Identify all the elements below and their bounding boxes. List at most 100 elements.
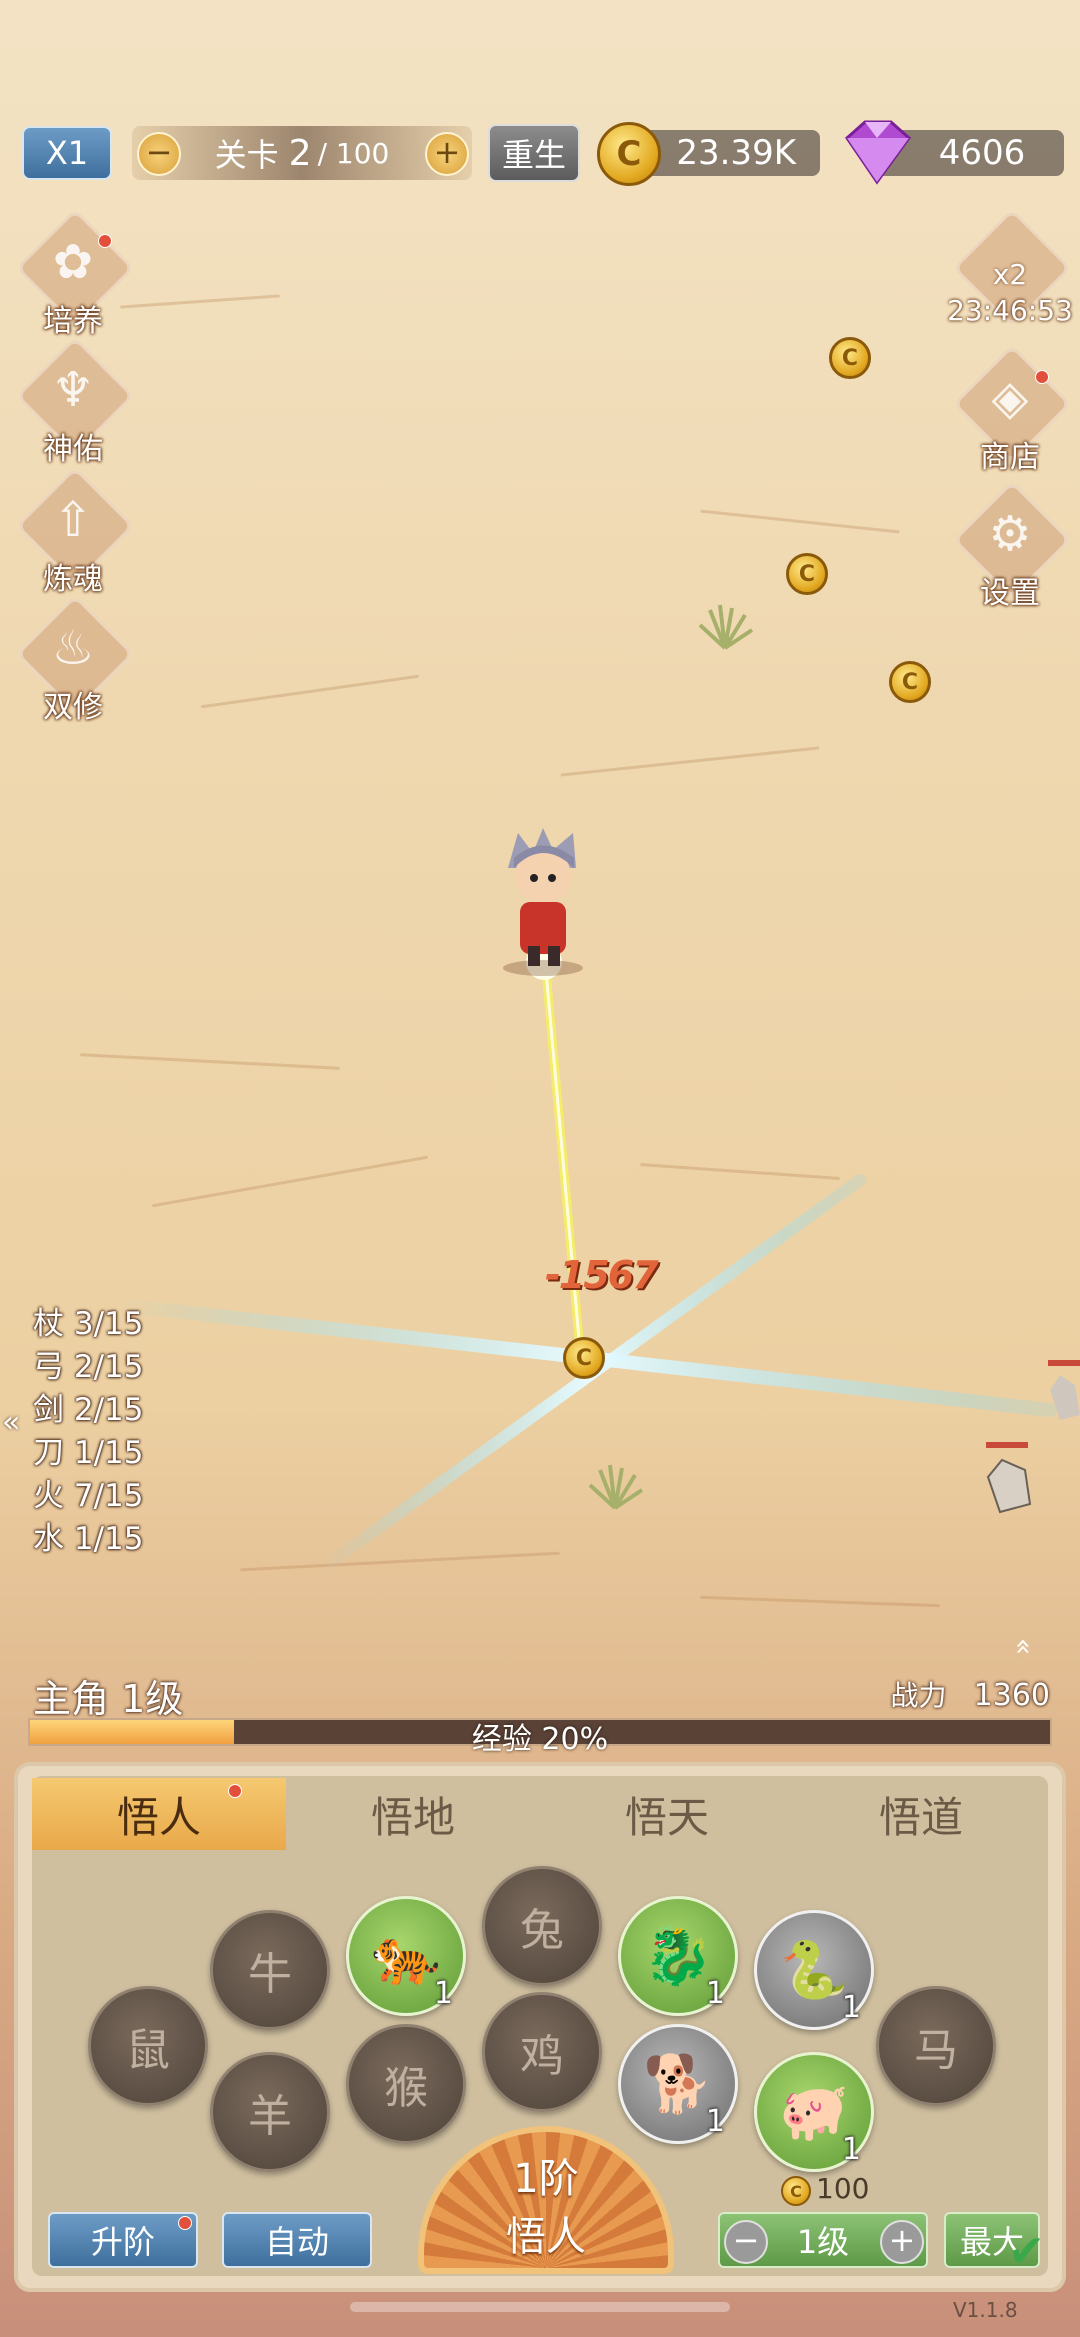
zodiac-horse[interactable]: 马 [876,1986,996,2106]
menu-refine-soul[interactable]: ⇧ 炼魂 [15,466,135,597]
zodiac-tiger[interactable]: 🐅 1 [346,1896,466,2016]
expand-icon[interactable]: » [1005,1638,1038,1655]
tab-label: 悟地 [370,1792,455,1842]
zodiac-rooster[interactable]: 鸡 [482,1992,602,2112]
level-minus-button[interactable]: − [724,2220,768,2264]
gem-amount: 4606 [938,133,1026,173]
tab-label: 悟天 [624,1792,709,1842]
rank-level: 1阶 [513,2156,579,2202]
gear-icon: ⚙ [988,506,1032,562]
tab-enlighten-human[interactable]: 悟人 [32,1778,286,1850]
rank-badge[interactable]: 1阶 悟人 [418,2126,674,2274]
stage-next-button[interactable]: + [425,132,469,176]
rebirth-button[interactable]: 重生 [488,124,580,182]
boost-label: x2 [992,258,1028,291]
boost-button[interactable]: x2 23:46:53 [947,208,1073,338]
tab-enlighten-dao[interactable]: 悟道 [794,1778,1048,1850]
zodiac-sheep[interactable]: 羊 [210,2052,330,2172]
zodiac-ox[interactable]: 牛 [210,1910,330,2030]
speed-button[interactable]: X1 [22,126,112,180]
gold-coin-icon: C [597,122,661,186]
exp-label: 经验 20% [471,1722,609,1757]
menu-dual-cultivation[interactable]: ♨ 双修 [15,594,135,725]
stage-prev-button[interactable]: − [137,132,181,176]
coin-icon[interactable]: C [829,337,871,379]
tab-enlighten-heaven[interactable]: 悟天 [540,1778,794,1850]
version-text: V1.1.8 [953,2298,1018,2322]
dog-icon: 🐕 [643,2052,713,2117]
settings-label: 设置 [980,576,1040,611]
tiger-icon: 🐅 [371,1924,441,1989]
zodiac-dog[interactable]: 🐕 1 [618,2024,738,2144]
power-value: 1360 [973,1678,1050,1713]
stage-total: / 100 [317,136,390,170]
zodiac-monkey[interactable]: 猴 [346,2024,466,2144]
upgrade-rank-button[interactable]: 升阶 [48,2212,198,2268]
flame-icon: ♨ [51,620,95,676]
weapon-stat-water: 水 1/15 [33,1521,144,1557]
zodiac-rat[interactable]: 鼠 [88,1986,208,2106]
zodiac-label: 猴 [384,2063,428,2114]
zodiac-label: 马 [914,2025,958,2076]
menu-cultivate[interactable]: ✿ 培养 [15,208,135,339]
upgrade-arrow-icon: ⇧ [52,492,94,548]
tab-label: 悟道 [878,1792,963,1842]
damage-number: -1567 [545,1253,659,1297]
home-indicator[interactable] [350,2302,730,2312]
rebirth-label: 重生 [501,136,566,174]
weapon-stat-sword: 剑 2/15 [33,1392,144,1428]
enemy-creature [986,1442,1032,1514]
zodiac-pig[interactable]: 🐖 1 [754,2052,874,2172]
zodiac-snake[interactable]: 🐍 1 [754,1910,874,2030]
hero-character [503,828,583,976]
auto-label: 自动 [264,2223,329,2261]
zodiac-dragon[interactable]: 🐉 1 [618,1896,738,2016]
menu-cultivate-label: 培养 [43,304,103,339]
menu-dual-cultivation-label: 双修 [43,690,103,725]
stage-current: 2 [288,132,312,174]
weapon-stat-fire: 火 7/15 [33,1478,144,1514]
coin-icon[interactable]: C [786,553,828,595]
weapon-stat-bow: 弓 2/15 [33,1349,144,1385]
shop-button[interactable]: ◈ 商店 [952,344,1072,475]
level-label: 1级 [796,2223,850,2261]
zodiac-level: 1 [705,1976,725,2011]
dragon-icon: 🐉 [643,1924,713,1989]
checkmark-icon: ✔ [1008,2226,1045,2277]
tab-label: 悟人 [116,1792,201,1842]
exp-bar: 经验 20% [28,1718,1052,1757]
coin-icon[interactable]: C [563,1337,605,1379]
stage-label: 关卡 [214,136,279,174]
level-plus-button[interactable]: + [880,2220,924,2264]
power-label: 战力 [890,1679,947,1712]
collapse-arrow-icon[interactable]: « [2,1405,20,1440]
enemy-creature [1048,1360,1080,1420]
zodiac-label: 鼠 [126,2025,170,2076]
menu-blessing[interactable]: ♆ 神佑 [15,336,135,467]
zodiac-label: 牛 [248,1949,292,2000]
stage-bar: 关卡 2 / 100 [132,126,472,180]
zodiac-level: 1 [841,1990,861,2025]
tab-enlighten-earth[interactable]: 悟地 [286,1778,540,1850]
menu-blessing-label: 神佑 [43,432,103,467]
snake-icon: 🐍 [779,1938,849,2003]
boost-timer: 23:46:53 [947,294,1073,327]
weapon-stat-staff: 杖 3/15 [33,1306,144,1342]
gold-amount: 23.39K [676,133,796,173]
settings-button[interactable]: ⚙ 设置 [952,480,1072,611]
zodiac-label: 羊 [248,2091,292,2142]
power-display: 战力 1360 [891,1674,1050,1714]
zodiac-level: 1 [433,1976,453,2011]
zodiac-rabbit[interactable]: 兔 [482,1866,602,1986]
cost-coin-icon: C [781,2176,811,2206]
shop-label: 商店 [980,440,1040,475]
zodiac-level: 1 [841,2132,861,2167]
auto-button[interactable]: 自动 [222,2212,372,2268]
coin-icon[interactable]: C [889,661,931,703]
enlightenment-panel: 悟人 悟地 悟天 悟道 鼠 牛 羊 🐅 1 猴 兔 鸡 🐉 1 🐕 1 🐍 1 … [14,1762,1066,2292]
speed-label: X1 [45,134,89,172]
upgrade-cost: 100 [816,2172,870,2205]
pig-icon: 🐖 [779,2080,849,2145]
wings-icon: ♆ [51,362,95,418]
weapon-stat-blade: 刀 1/15 [33,1435,144,1471]
